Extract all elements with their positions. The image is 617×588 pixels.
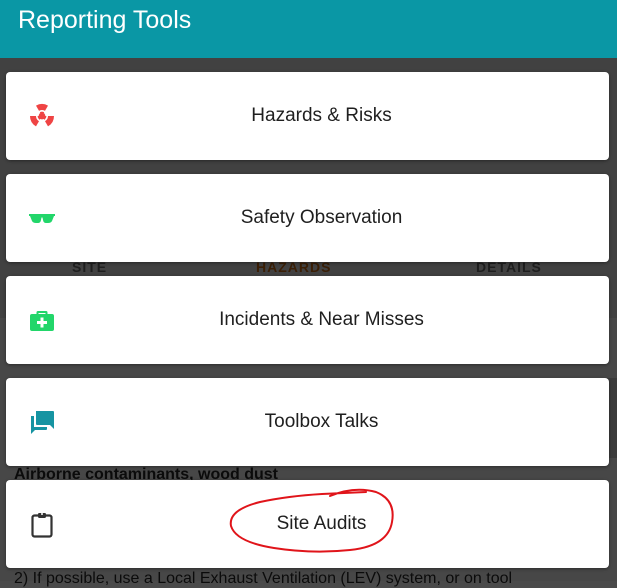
tool-card-label: Incidents & Near Misses xyxy=(219,309,424,330)
tool-card-label: Safety Observation xyxy=(240,207,403,228)
page-title: Reporting Tools xyxy=(18,5,192,34)
app-header: Reporting Tools xyxy=(0,0,617,58)
tool-card-label: Hazards & Risks xyxy=(251,105,392,126)
tool-card-safety-observation[interactable]: Safety Observation xyxy=(6,174,609,262)
tool-card-toolbox-talks[interactable]: Toolbox Talks xyxy=(6,378,609,466)
tool-card-hazards-risks[interactable]: Hazards & Risks xyxy=(6,72,609,160)
tool-card-label: Site Audits xyxy=(276,513,367,534)
tool-card-site-audits[interactable]: Site Audits xyxy=(6,480,609,568)
tool-card-label: Toolbox Talks xyxy=(264,411,379,432)
background-hazard-text: 2) If possible, use a Local Exhaust Vent… xyxy=(14,570,513,587)
tool-card-incidents[interactable]: Incidents & Near Misses xyxy=(6,276,609,364)
